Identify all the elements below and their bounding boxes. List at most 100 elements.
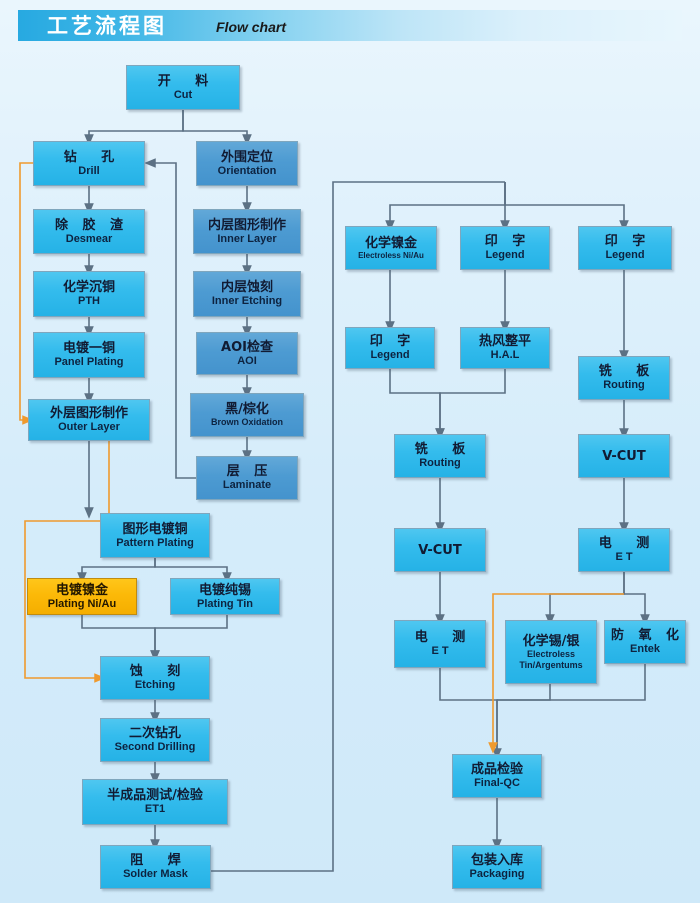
node-electroless-tin-en: Electroless Tin/Argentums [519,648,583,670]
node-legend-b-en: Legend [485,249,525,262]
node-pattern-plating-en: Pattern Plating [116,536,194,549]
node-pattern-plating-cn: 图形电镀铜 [122,521,188,537]
node-plating-tin[interactable]: 电镀纯锡 Plating Tin [170,578,280,615]
node-hal-cn: 热风整平 [478,334,531,350]
node-laminate[interactable]: 层 压 Laminate [196,456,298,500]
node-legend-c-en: Legend [605,249,645,262]
node-cut-en: Cut [173,88,193,101]
node-packaging[interactable]: 包装入库 Packaging [452,845,542,889]
node-routing-b-en: Routing [603,379,645,392]
node-vcut-b-cn: V-CUT [602,448,646,464]
node-second-drilling-en: Second Drilling [114,741,196,754]
node-etching[interactable]: 蚀 刻 Etching [100,656,210,700]
node-final-qc-cn: 成品检验 [470,762,523,778]
node-electroless-niau[interactable]: 化学镍金 Electroless Ni/Au [345,226,437,270]
node-aoi-en: AOI [237,354,257,367]
node-plating-tin-en: Plating Tin [196,597,254,610]
node-et-a-en: E T [431,645,449,658]
node-et-b-en: E T [615,551,633,564]
node-routing-a-en: Routing [419,457,461,470]
node-pth-cn: 化学沉铜 [62,280,115,296]
node-outer-layer-en: Outer Layer [58,421,120,434]
node-et-a-cn: 电 测 [414,630,476,646]
node-et-a[interactable]: 电 测 E T [394,620,486,668]
node-desmear-en: Desmear [65,232,113,245]
node-inner-etching-en: Inner Etching [211,295,283,308]
node-routing-a[interactable]: 铣 板 Routing [394,434,486,478]
node-orientation-en: Orientation [217,164,277,177]
node-packaging-en: Packaging [469,868,525,881]
node-panel-plating-en: Panel Plating [54,356,124,369]
node-inner-etching[interactable]: 内层蚀刻 Inner Etching [193,271,301,317]
node-plating-niau-en: Plating Ni/Au [47,597,117,610]
node-aoi[interactable]: AOI检查 AOI [196,332,298,375]
node-vcut-b[interactable]: V-CUT [578,434,670,478]
node-second-drilling-cn: 二次钻孔 [128,726,181,742]
node-electroless-tin[interactable]: 化学锡/银 Electroless Tin/Argentums [505,620,597,684]
node-laminate-en: Laminate [222,479,272,492]
node-inner-layer-cn: 内层图形制作 [207,217,286,233]
node-electroless-tin-cn: 化学锡/银 [522,633,580,649]
node-et1-cn: 半成品测试/检验 [107,788,203,804]
node-second-drilling[interactable]: 二次钻孔 Second Drilling [100,718,210,762]
node-hal[interactable]: 热风整平 H.A.L [460,327,550,369]
node-legend-c[interactable]: 印 字 Legend [578,226,672,270]
node-orientation-cn: 外围定位 [220,149,273,165]
node-entek-en: Entek [630,643,660,656]
node-drill[interactable]: 钻 孔 Drill [33,141,145,186]
node-cut-cn: 开 料 [157,73,219,89]
node-packaging-cn: 包装入库 [470,853,523,869]
node-pth-en: PTH [78,295,100,308]
node-drill-en: Drill [78,164,100,177]
node-legend-b-cn: 印 字 [484,234,531,250]
node-aoi-cn: AOI检查 [221,339,273,355]
node-electroless-niau-en: Electroless Ni/Au [358,250,424,260]
node-electroless-niau-cn: 化学镍金 [364,235,417,251]
node-et-b-cn: 电 测 [598,536,660,552]
node-drill-cn: 钻 孔 [63,149,125,165]
node-routing-a-cn: 铣 板 [414,442,476,458]
node-desmear-cn: 除 胶 渣 [54,217,129,233]
node-inner-layer[interactable]: 内层图形制作 Inner Layer [193,209,301,254]
node-legend-a-en: Legend [370,349,410,362]
node-entek-cn: 防 氧 化 [610,628,685,644]
node-plating-niau[interactable]: 电镀镍金 Plating Ni/Au [27,578,137,615]
node-pattern-plating[interactable]: 图形电镀铜 Pattern Plating [100,513,210,558]
node-inner-etching-cn: 内层蚀刻 [220,280,273,296]
node-panel-plating-cn: 电镀一铜 [62,341,115,357]
node-et1[interactable]: 半成品测试/检验 ET1 [82,779,228,825]
node-routing-b[interactable]: 铣 板 Routing [578,356,670,400]
node-brown-oxidation-en: Brown Oxidation [211,417,283,427]
node-legend-c-cn: 印 字 [604,234,651,250]
node-desmear[interactable]: 除 胶 渣 Desmear [33,209,145,254]
node-etching-en: Etching [134,679,176,692]
node-laminate-cn: 层 压 [226,464,273,480]
node-vcut-a[interactable]: V-CUT [394,528,486,572]
node-pth[interactable]: 化学沉铜 PTH [33,271,145,317]
node-plating-niau-cn: 电镀镍金 [55,582,108,598]
node-outer-layer[interactable]: 外层图形制作 Outer Layer [28,399,150,441]
node-hal-en: H.A.L [490,349,520,362]
node-plating-tin-cn: 电镀纯锡 [198,582,251,598]
node-solder-mask[interactable]: 阻 焊 Solder Mask [100,845,211,889]
node-et-b[interactable]: 电 测 E T [578,528,670,572]
node-outer-layer-cn: 外层图形制作 [49,406,128,422]
flowchart-canvas: 工艺流程图 Flow chart 开 料 Cut 钻 孔 Drill 除 胶 渣… [0,0,700,903]
node-brown-oxidation[interactable]: 黑/棕化 Brown Oxidation [190,393,304,437]
node-routing-b-cn: 铣 板 [598,364,660,380]
node-etching-cn: 蚀 刻 [129,664,191,680]
node-orientation[interactable]: 外围定位 Orientation [196,141,298,186]
node-legend-b[interactable]: 印 字 Legend [460,226,550,270]
node-entek[interactable]: 防 氧 化 Entek [604,620,686,664]
node-brown-oxidation-cn: 黑/棕化 [225,402,269,417]
node-cut[interactable]: 开 料 Cut [126,65,240,110]
node-solder-mask-cn: 阻 焊 [130,853,191,869]
node-et1-en: ET1 [144,803,166,816]
node-legend-a-cn: 印 字 [369,334,416,350]
node-final-qc-en: Final-QC [474,777,520,790]
node-legend-a[interactable]: 印 字 Legend [345,327,435,369]
node-final-qc[interactable]: 成品检验 Final-QC [452,754,542,798]
node-inner-layer-en: Inner Layer [217,232,277,245]
node-panel-plating[interactable]: 电镀一铜 Panel Plating [33,332,145,378]
node-vcut-a-cn: V-CUT [418,542,462,558]
